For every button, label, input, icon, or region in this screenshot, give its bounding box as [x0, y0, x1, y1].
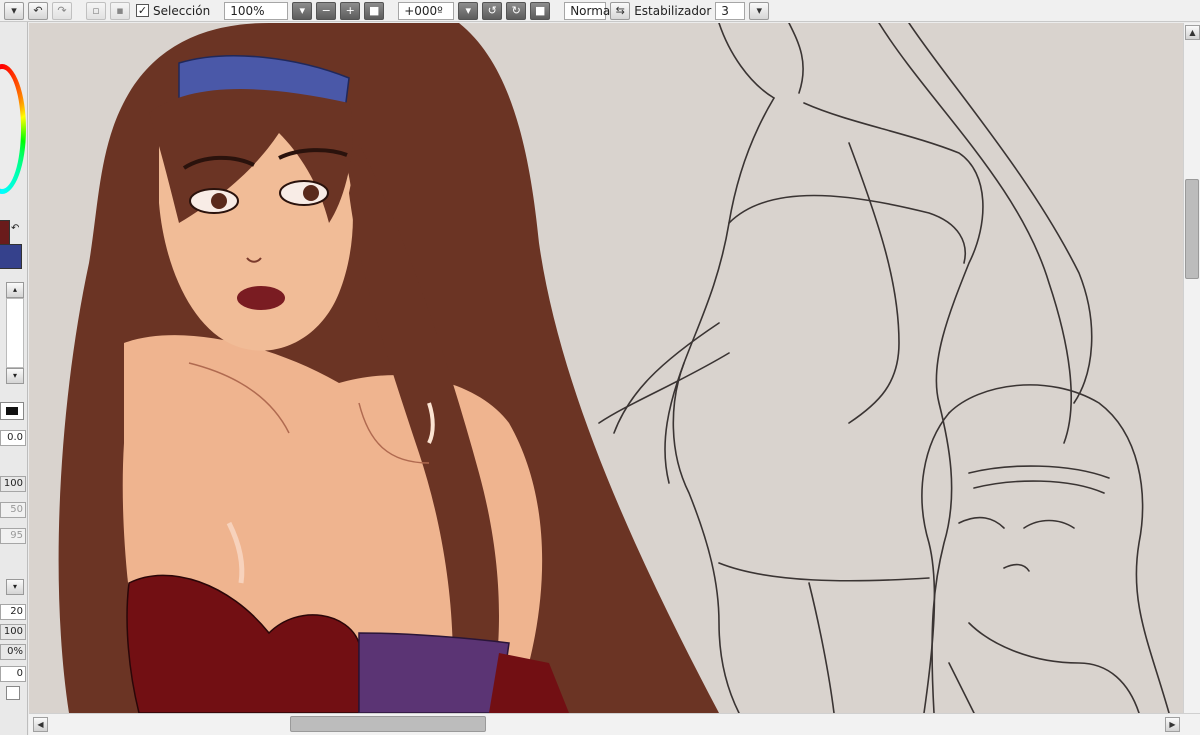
- blending-field[interactable]: 95: [0, 528, 26, 544]
- iris-left: [211, 193, 227, 209]
- sketch-hip: [664, 362, 685, 484]
- selection-label: Selección: [153, 3, 211, 18]
- deselect-icon: ▫: [92, 4, 100, 17]
- undo-icon: ↶: [33, 4, 43, 17]
- opacity-field[interactable]: 0%: [0, 644, 26, 660]
- rotate-left-button[interactable]: ↺: [482, 1, 503, 20]
- drawing-canvas[interactable]: [29, 23, 1183, 713]
- zoom-dropdown-button[interactable]: ▾: [292, 1, 313, 20]
- horizontal-scroll-thumb[interactable]: [290, 716, 486, 732]
- flip-icon: ⇆: [615, 4, 625, 17]
- square-icon: ■: [369, 4, 380, 17]
- min-size-field[interactable]: 100: [0, 476, 26, 492]
- sketch-hair-strand: [613, 322, 720, 434]
- sketch-chibi-arm: [948, 662, 975, 713]
- rotation-field[interactable]: +000º: [398, 1, 455, 20]
- sketch-chibi-eye-right: [1023, 519, 1075, 529]
- stabilizer-dropdown-button[interactable]: ▾: [749, 1, 770, 20]
- zoom-in-button[interactable]: +: [340, 1, 361, 20]
- scroll-up-arrow[interactable]: ▲: [1185, 25, 1200, 40]
- foreground-color-swatch[interactable]: [0, 220, 10, 246]
- scroll-right-arrow[interactable]: ▶: [1165, 717, 1180, 732]
- scroll-left-arrow[interactable]: ◀: [33, 717, 48, 732]
- flip-horizontal-button[interactable]: ⇆: [610, 1, 631, 20]
- deselect-button[interactable]: ▫: [86, 1, 106, 20]
- rotation-dropdown-button[interactable]: ▾: [458, 1, 479, 20]
- stabilizer-label: Estabilizador: [634, 3, 712, 18]
- artwork: [58, 23, 1170, 713]
- vertical-scroll-thumb[interactable]: [1185, 179, 1199, 279]
- sketch-chibi-headband-lower: [973, 480, 1105, 494]
- rotate-left-icon: ↺: [487, 4, 497, 17]
- chevron-down-icon: ▾: [465, 4, 471, 17]
- colored-figure: [58, 23, 719, 713]
- chevron-left-icon: ◀: [37, 720, 44, 729]
- chevron-up-icon: ▲: [1189, 28, 1196, 37]
- redo-icon: ↷: [57, 4, 67, 17]
- sketch-hair-strand: [908, 23, 1093, 404]
- sketch-hem: [718, 562, 930, 582]
- sketch-chibi-hair-left: [921, 412, 950, 713]
- sketch-chibi-eye-left: [958, 516, 1005, 529]
- tool-panel: ▾ ↶ ▴ ▾ 0.0 100 50 95 ▾ 20 100 0% 0: [0, 22, 28, 735]
- zoom-field[interactable]: 100%: [224, 1, 289, 20]
- sketch-chibi-hair-right: [948, 384, 1170, 713]
- line-sketch: [598, 23, 1170, 713]
- option-checkbox[interactable]: [6, 686, 20, 700]
- sketch-head-outline: [718, 23, 775, 99]
- chevron-down-icon: ▾: [299, 4, 305, 17]
- purple-glove: [358, 632, 510, 713]
- selection-toggle[interactable]: ✓ Selección: [136, 4, 210, 18]
- zoom-reset-button[interactable]: ■: [364, 1, 385, 20]
- color-wheel[interactable]: [0, 64, 26, 194]
- selection-checkbox[interactable]: ✓: [136, 4, 149, 17]
- density-field[interactable]: 50: [0, 502, 26, 518]
- dilution-field[interactable]: 20: [0, 604, 26, 620]
- paint-tool-window: ▾ ↶ ↷ ▫ ▪ ✓ Selección 100% ▾ − + ■ +000º…: [0, 0, 1200, 735]
- blend-mode-field[interactable]: Normal: [564, 1, 614, 20]
- brush-shape-swatch[interactable]: [0, 402, 24, 420]
- chevron-down-icon: ▾: [756, 4, 763, 17]
- invert-selection-icon: ▪: [116, 4, 124, 17]
- sketch-hair-strand: [878, 23, 1072, 444]
- swap-colors-icon[interactable]: ↶: [11, 223, 19, 234]
- chevron-right-icon: ▶: [1169, 720, 1176, 729]
- plus-icon: +: [345, 4, 355, 17]
- background-color-swatch[interactable]: [0, 244, 22, 269]
- tool-list[interactable]: [6, 298, 24, 368]
- persistence-field[interactable]: 100: [0, 624, 26, 640]
- square-icon: ■: [535, 4, 546, 17]
- sketch-arm: [728, 194, 966, 264]
- scroll-up-button[interactable]: ▴: [6, 282, 24, 298]
- zoom-out-button[interactable]: −: [316, 1, 337, 20]
- brush-options-dropdown[interactable]: ▾: [6, 579, 24, 595]
- sketch-body-left: [672, 97, 775, 713]
- top-toolbar: ▾ ↶ ↷ ▫ ▪ ✓ Selección 100% ▾ − + ■ +000º…: [0, 0, 1200, 22]
- vertical-scrollbar[interactable]: ▲: [1183, 23, 1200, 713]
- iris-right: [303, 185, 319, 201]
- sketch-body-right: [803, 102, 984, 713]
- scroll-down-button[interactable]: ▾: [6, 368, 24, 384]
- rotation-reset-button[interactable]: ■: [530, 1, 551, 20]
- minus-icon: −: [321, 4, 331, 17]
- sketch-arm-line: [848, 142, 900, 424]
- lips: [237, 286, 285, 310]
- sketch-chibi-mouth: [1003, 563, 1030, 572]
- stabilizer-field[interactable]: 3: [715, 1, 746, 20]
- rotate-right-button[interactable]: ↻: [506, 1, 527, 20]
- undo-button[interactable]: ↶: [28, 1, 48, 20]
- redo-button[interactable]: ↷: [52, 1, 72, 20]
- menu-toggle-button[interactable]: ▾: [4, 1, 24, 20]
- sketch-chibi-shoulder: [968, 622, 1140, 713]
- rotate-right-icon: ↻: [511, 4, 521, 17]
- brush-size-field[interactable]: 0.0: [0, 430, 26, 446]
- texture-field[interactable]: 0: [0, 666, 26, 682]
- sketch-face-line: [788, 23, 804, 94]
- sketch-leg: [808, 582, 835, 713]
- horizontal-scrollbar[interactable]: ◀ ▶: [29, 713, 1200, 735]
- invert-selection-button[interactable]: ▪: [110, 1, 130, 20]
- sketch-chibi-headband: [968, 465, 1110, 479]
